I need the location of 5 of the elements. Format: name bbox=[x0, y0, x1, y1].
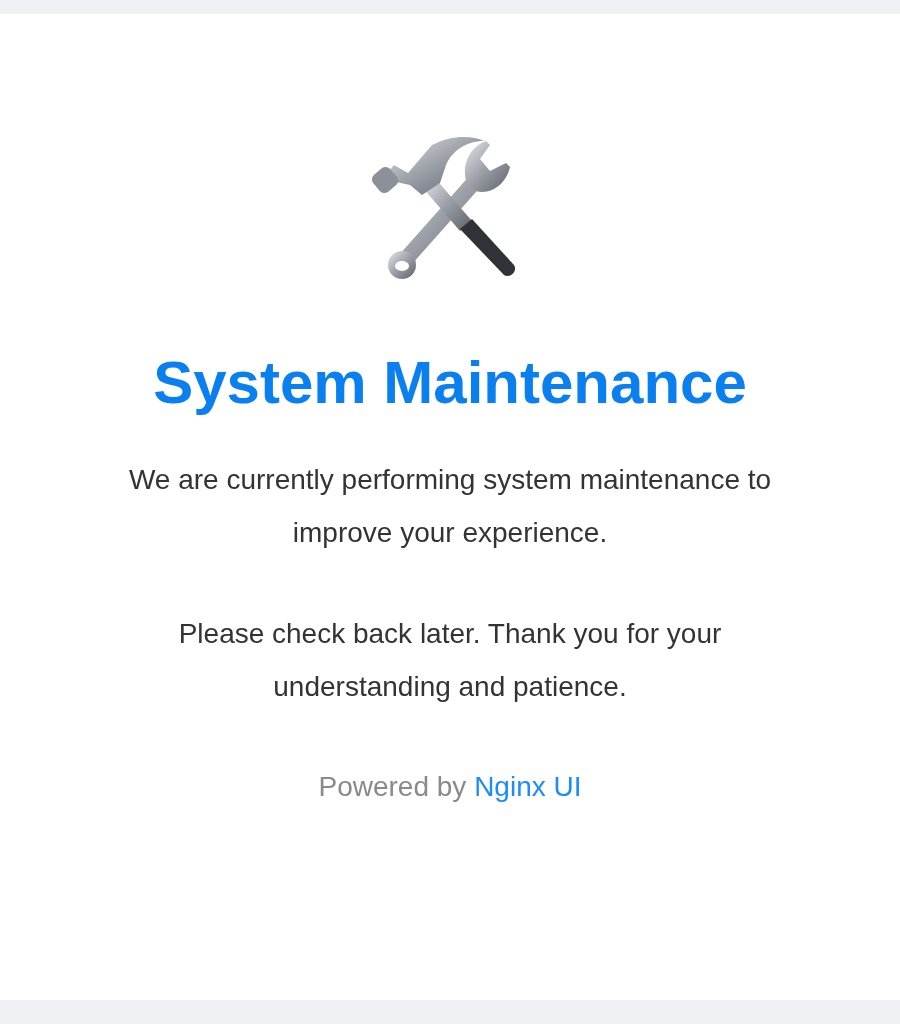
footer-text: Powered by Nginx UI bbox=[318, 770, 582, 804]
page-title: System Maintenance bbox=[153, 348, 747, 418]
message-text: Please check back later. Thank you for your understanding and patience. bbox=[177, 617, 723, 704]
nginx-ui-link[interactable]: Nginx UI bbox=[474, 771, 582, 802]
message-text: We are currently performing system maintenance to improve your experience. bbox=[127, 463, 773, 550]
